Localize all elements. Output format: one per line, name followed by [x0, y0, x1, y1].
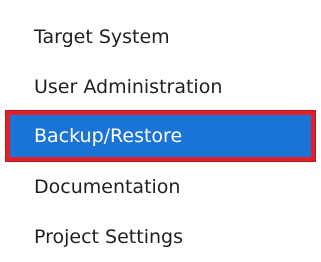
- menu-item-target-system[interactable]: Target System: [0, 12, 321, 62]
- menu-item-project-settings[interactable]: Project Settings: [0, 212, 321, 262]
- settings-menu: Target System User Administration Backup…: [0, 0, 321, 258]
- menu-item-backup-restore[interactable]: Backup/Restore: [6, 111, 315, 161]
- menu-item-documentation[interactable]: Documentation: [0, 162, 321, 212]
- menu-item-label: User Administration: [34, 76, 223, 98]
- menu-item-label: Project Settings: [34, 226, 183, 248]
- menu-item-user-administration[interactable]: User Administration: [0, 62, 321, 112]
- menu-item-label: Backup/Restore: [34, 125, 183, 147]
- menu-item-label: Target System: [34, 26, 170, 48]
- menu-item-label: Documentation: [34, 176, 181, 198]
